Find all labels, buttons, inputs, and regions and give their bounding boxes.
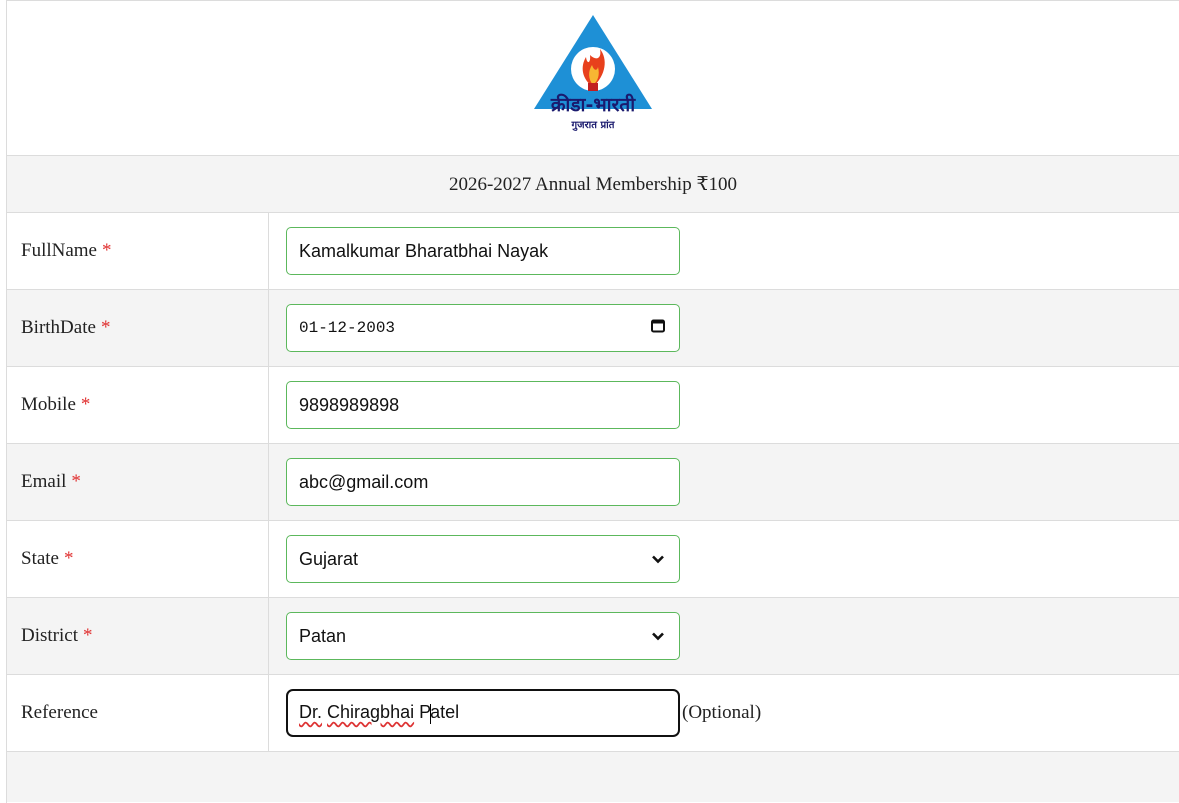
required-marker: *: [71, 471, 81, 492]
membership-form: क्रीडा-भारती गुजरात प्रांत 2026-2027 Ann…: [6, 0, 1179, 803]
krida-bharati-logo: क्रीडा-भारती गुजरात प्रांत: [530, 13, 656, 143]
page-title: 2026-2027 Annual Membership ₹100: [7, 156, 1179, 213]
district-label-cell: District *: [7, 598, 269, 674]
row-district: District * Patan: [7, 598, 1179, 675]
logo-subtitle: गुजरात प्रांत: [571, 120, 615, 131]
birthdate-label-cell: BirthDate *: [7, 290, 269, 366]
chevron-down-icon: [651, 549, 665, 570]
row-fullname: FullName * Kamalkumar Bharatbhai Nayak: [7, 213, 1179, 290]
mobile-label: Mobile: [21, 394, 76, 415]
district-label: District: [21, 625, 78, 646]
reference-label: Reference: [21, 702, 98, 723]
calendar-icon[interactable]: [651, 319, 665, 338]
row-reference: Reference Dr. Chiragbhai Patel (Optional…: [7, 675, 1179, 752]
mobile-label-cell: Mobile *: [7, 367, 269, 443]
row-state: State * Gujarat: [7, 521, 1179, 598]
reference-label-cell: Reference: [7, 675, 269, 751]
email-value: abc@gmail.com: [299, 471, 429, 492]
birthdate-value: 01-12-2003: [299, 319, 396, 337]
row-birthdate: BirthDate * 01-12-2003: [7, 290, 1179, 367]
birthdate-label: BirthDate: [21, 317, 96, 338]
optional-hint: (Optional): [682, 702, 762, 723]
state-select[interactable]: Gujarat: [286, 535, 680, 583]
required-marker: *: [102, 240, 112, 261]
fullname-label-cell: FullName *: [7, 213, 269, 289]
state-label-cell: State *: [7, 521, 269, 597]
mobile-input[interactable]: 9898989898: [286, 381, 680, 429]
fullname-input[interactable]: Kamalkumar Bharatbhai Nayak: [286, 227, 680, 275]
mobile-value: 9898989898: [299, 394, 400, 415]
email-label: Email: [21, 471, 67, 492]
row-email: Email * abc@gmail.com: [7, 444, 1179, 521]
logo-title: क्रीडा-भारती: [550, 94, 636, 116]
state-value: Gujarat: [299, 548, 359, 569]
required-marker: *: [100, 317, 111, 338]
email-label-cell: Email *: [7, 444, 269, 520]
required-marker: *: [64, 548, 74, 569]
logo-header: क्रीडा-भारती गुजरात प्रांत: [7, 1, 1179, 156]
reference-input[interactable]: Dr. Chiragbhai Patel: [286, 689, 680, 737]
required-marker: *: [83, 625, 93, 646]
email-input[interactable]: abc@gmail.com: [286, 458, 680, 506]
state-label: State: [21, 548, 59, 569]
district-select[interactable]: Patan: [286, 612, 680, 660]
district-value: Patan: [299, 625, 347, 646]
form-footer: [7, 752, 1179, 802]
required-marker: *: [80, 394, 91, 415]
fullname-label: FullName: [21, 240, 97, 261]
chevron-down-icon: [651, 626, 665, 647]
row-mobile: Mobile * 9898989898: [7, 367, 1179, 444]
reference-value: Dr. Chiragbhai Patel: [299, 702, 460, 724]
fullname-value: Kamalkumar Bharatbhai Nayak: [299, 240, 549, 261]
birthdate-input[interactable]: 01-12-2003: [286, 304, 680, 352]
